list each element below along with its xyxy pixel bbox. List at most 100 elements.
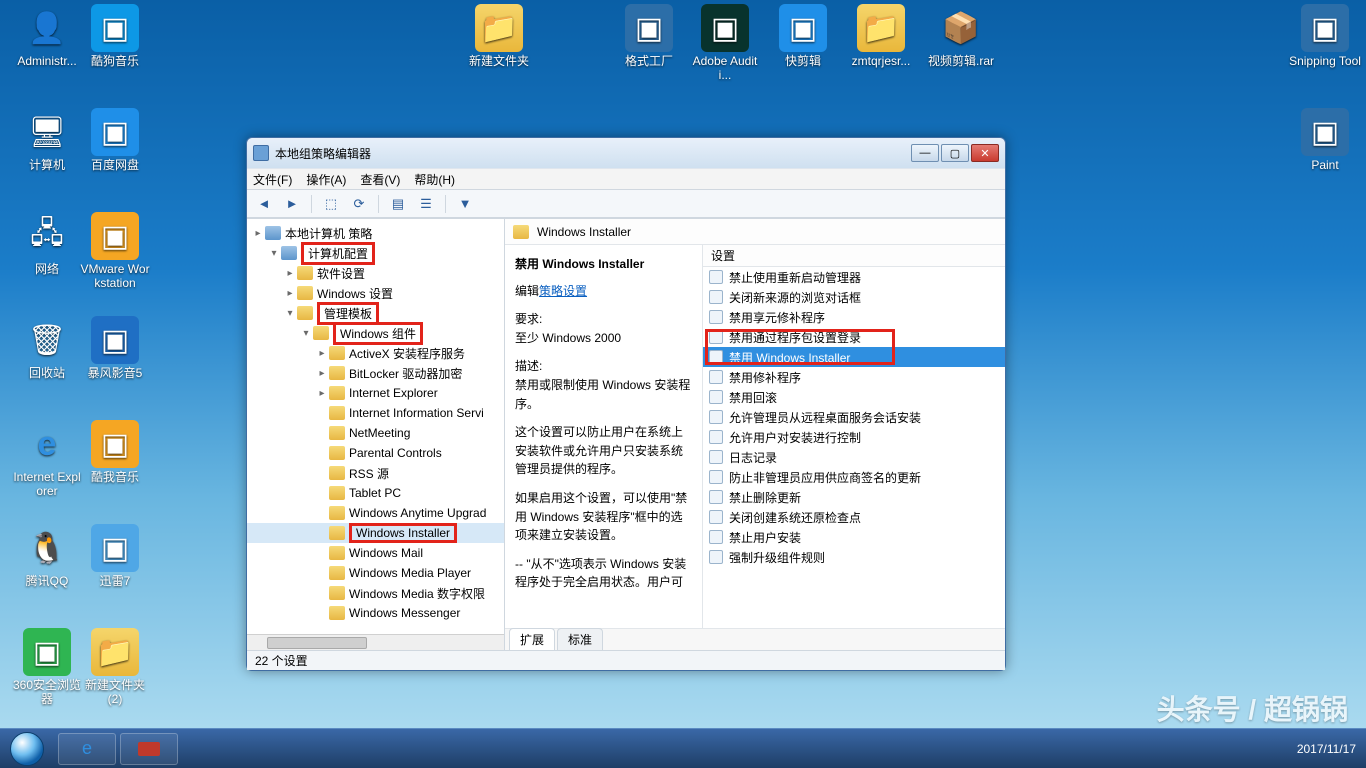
tree-node[interactable]: Windows Messenger bbox=[247, 603, 504, 623]
desktop-icon-network[interactable]: 🖧网络 bbox=[10, 212, 84, 276]
desktop-icon-xunlei[interactable]: ▣迅雷7 bbox=[78, 524, 152, 588]
tree-node[interactable]: ▸BitLocker 驱动器加密 bbox=[247, 363, 504, 383]
maximize-button[interactable]: ▢ bbox=[941, 144, 969, 162]
description-pane: 禁用 Windows Installer 编辑策略设置 要求: 至少 Windo… bbox=[505, 245, 703, 628]
taskbar-toolbox[interactable] bbox=[120, 733, 178, 765]
tree-node[interactable]: Windows Installer bbox=[247, 523, 504, 543]
desktop-icon-360[interactable]: ▣360安全浏览器 bbox=[10, 628, 84, 706]
tree-pane: ▸本地计算机 策略▾计算机配置▸软件设置▸Windows 设置▾管理模板▾Win… bbox=[247, 219, 505, 650]
desktop-icon-newfolder2[interactable]: 📁新建文件夹(2) bbox=[78, 628, 152, 706]
setting-row[interactable]: 禁止使用重新启动管理器 bbox=[703, 267, 1005, 287]
forward-button[interactable]: ► bbox=[281, 193, 303, 215]
folder-icon bbox=[513, 225, 529, 239]
menubar: 文件(F) 操作(A) 查看(V) 帮助(H) bbox=[247, 168, 1005, 190]
tree-node[interactable]: Windows Media 数字权限 bbox=[247, 583, 504, 603]
setting-row[interactable]: 禁用 Windows Installer bbox=[703, 347, 1005, 367]
desktop-icon-snip[interactable]: ▣Snipping Tool bbox=[1288, 4, 1362, 68]
app-icon bbox=[253, 145, 269, 161]
tree-node[interactable]: Windows Anytime Upgrad bbox=[247, 503, 504, 523]
desktop-icon-administrator[interactable]: 👤Administr... bbox=[10, 4, 84, 68]
gpedit-window: 本地组策略编辑器 — ▢ ✕ 文件(F) 操作(A) 查看(V) 帮助(H) ◄ ► … bbox=[246, 137, 1006, 671]
menu-item[interactable]: 操作(A) bbox=[306, 171, 346, 188]
desktop-icon-kugou[interactable]: ▣酷狗音乐 bbox=[78, 4, 152, 68]
tab-standard[interactable]: 标准 bbox=[557, 628, 603, 650]
desktop-icon-format[interactable]: ▣格式工厂 bbox=[612, 4, 686, 68]
desc2: 这个设置可以防止用户在系统上安装软件或允许用户只安装系统管理员提供的程序。 bbox=[515, 423, 692, 479]
tree-node[interactable]: ▸Internet Explorer bbox=[247, 383, 504, 403]
menu-item[interactable]: 文件(F) bbox=[253, 171, 292, 188]
setting-row[interactable]: 关闭新来源的浏览对话框 bbox=[703, 287, 1005, 307]
tree-node[interactable]: ▸Windows 设置 bbox=[247, 283, 504, 303]
setting-row[interactable]: 禁用修补程序 bbox=[703, 367, 1005, 387]
start-button[interactable] bbox=[0, 729, 54, 768]
edit-policy-link[interactable]: 策略设置 bbox=[539, 284, 587, 298]
titlebar[interactable]: 本地组策略编辑器 — ▢ ✕ bbox=[247, 138, 1005, 168]
tree-hscroll[interactable] bbox=[247, 634, 504, 650]
desktop-icon-kuaijian[interactable]: ▣快剪辑 bbox=[766, 4, 840, 68]
desktop-icon-qq[interactable]: 🐧腾讯QQ bbox=[10, 524, 84, 588]
minimize-button[interactable]: — bbox=[911, 144, 939, 162]
tree-node[interactable]: ▸本地计算机 策略 bbox=[247, 223, 504, 243]
tree-node[interactable]: ▾管理模板 bbox=[247, 303, 504, 323]
setting-row[interactable]: 防止非管理员应用供应商签名的更新 bbox=[703, 467, 1005, 487]
setting-row[interactable]: 禁用享元修补程序 bbox=[703, 307, 1005, 327]
taskbar-ie[interactable]: e bbox=[58, 733, 116, 765]
desc1: 禁用或限制使用 Windows 安装程序。 bbox=[515, 376, 692, 413]
detail-title: Windows Installer bbox=[537, 225, 631, 239]
tree-node[interactable]: NetMeeting bbox=[247, 423, 504, 443]
refresh-button[interactable]: ⟳ bbox=[348, 193, 370, 215]
desktop-icon-baidu[interactable]: ▣百度网盘 bbox=[78, 108, 152, 172]
desktop-icon-vmware[interactable]: ▣VMware Workstation bbox=[78, 212, 152, 290]
export-button[interactable]: ▤ bbox=[387, 193, 409, 215]
column-header[interactable]: 设置 bbox=[703, 245, 1005, 267]
tree-node[interactable]: ▾计算机配置 bbox=[247, 243, 504, 263]
toolbar: ◄ ► ⬚ ⟳ ▤ ☰ ▼ bbox=[247, 190, 1005, 218]
edit-label: 编辑 bbox=[515, 284, 539, 298]
detail-tabs: 扩展 标准 bbox=[505, 628, 1005, 650]
tree-node[interactable]: Windows Mail bbox=[247, 543, 504, 563]
up-button[interactable]: ⬚ bbox=[320, 193, 342, 215]
tree-node[interactable]: ▸ActiveX 安装程序服务 bbox=[247, 343, 504, 363]
filter-button[interactable]: ▼ bbox=[454, 193, 476, 215]
detail-header: Windows Installer bbox=[505, 219, 1005, 245]
setting-row[interactable]: 禁用回滚 bbox=[703, 387, 1005, 407]
req-text: 至少 Windows 2000 bbox=[515, 329, 692, 348]
desktop-icon-computer[interactable]: 🖥计算机 bbox=[10, 108, 84, 172]
setting-row[interactable]: 允许用户对安装进行控制 bbox=[703, 427, 1005, 447]
setting-row[interactable]: 日志记录 bbox=[703, 447, 1005, 467]
properties-button[interactable]: ☰ bbox=[415, 193, 437, 215]
setting-row[interactable]: 禁用通过程序包设置登录 bbox=[703, 327, 1005, 347]
tree-node[interactable]: Tablet PC bbox=[247, 483, 504, 503]
desktop-icon-paint[interactable]: ▣Paint bbox=[1288, 108, 1362, 172]
req-label: 要求: bbox=[515, 310, 692, 329]
tree-node[interactable]: Internet Information Servi bbox=[247, 403, 504, 423]
desktop-icon-baofeng[interactable]: ▣暴风影音5 bbox=[78, 316, 152, 380]
watermark: 头条号 / 超锅锅 bbox=[1157, 688, 1348, 728]
tree-node[interactable]: RSS 源 bbox=[247, 463, 504, 483]
desktop-icon-kwmusic[interactable]: ▣酷我音乐 bbox=[78, 420, 152, 484]
setting-row[interactable]: 禁止用户安装 bbox=[703, 527, 1005, 547]
tree-node[interactable]: Parental Controls bbox=[247, 443, 504, 463]
desktop-icon-video[interactable]: 📦视频剪辑.rar bbox=[924, 4, 998, 68]
tree-node[interactable]: ▾Windows 组件 bbox=[247, 323, 504, 343]
setting-row[interactable]: 关闭创建系统还原检查点 bbox=[703, 507, 1005, 527]
desktop-icon-ie[interactable]: eInternet Explorer bbox=[10, 420, 84, 498]
setting-row[interactable]: 禁止删除更新 bbox=[703, 487, 1005, 507]
desc4: -- "从不"选项表示 Windows 安装程序处于完全启用状态。用户可 bbox=[515, 555, 692, 592]
clock[interactable]: 2017/11/17 bbox=[1287, 742, 1366, 756]
tree-node[interactable]: Windows Media Player bbox=[247, 563, 504, 583]
menu-item[interactable]: 查看(V) bbox=[360, 171, 400, 188]
tab-extended[interactable]: 扩展 bbox=[509, 628, 555, 650]
setting-row[interactable]: 允许管理员从远程桌面服务会话安装 bbox=[703, 407, 1005, 427]
settings-list: 禁止使用重新启动管理器关闭新来源的浏览对话框禁用享元修补程序禁用通过程序包设置登… bbox=[703, 267, 1005, 628]
desktop-icon-audition[interactable]: ▣Adobe Auditi... bbox=[688, 4, 762, 82]
close-button[interactable]: ✕ bbox=[971, 144, 999, 162]
desktop-icon-newfolder1[interactable]: 📁新建文件夹 bbox=[462, 4, 536, 68]
menu-item[interactable]: 帮助(H) bbox=[414, 171, 455, 188]
setting-row[interactable]: 强制升级组件规则 bbox=[703, 547, 1005, 567]
desktop-icon-recycle[interactable]: 🗑回收站 bbox=[10, 316, 84, 380]
desktop-icon-zmt[interactable]: 📁zmtqrjesr... bbox=[844, 4, 918, 68]
desc-label: 描述: bbox=[515, 357, 692, 376]
tree-node[interactable]: ▸软件设置 bbox=[247, 263, 504, 283]
back-button[interactable]: ◄ bbox=[253, 193, 275, 215]
